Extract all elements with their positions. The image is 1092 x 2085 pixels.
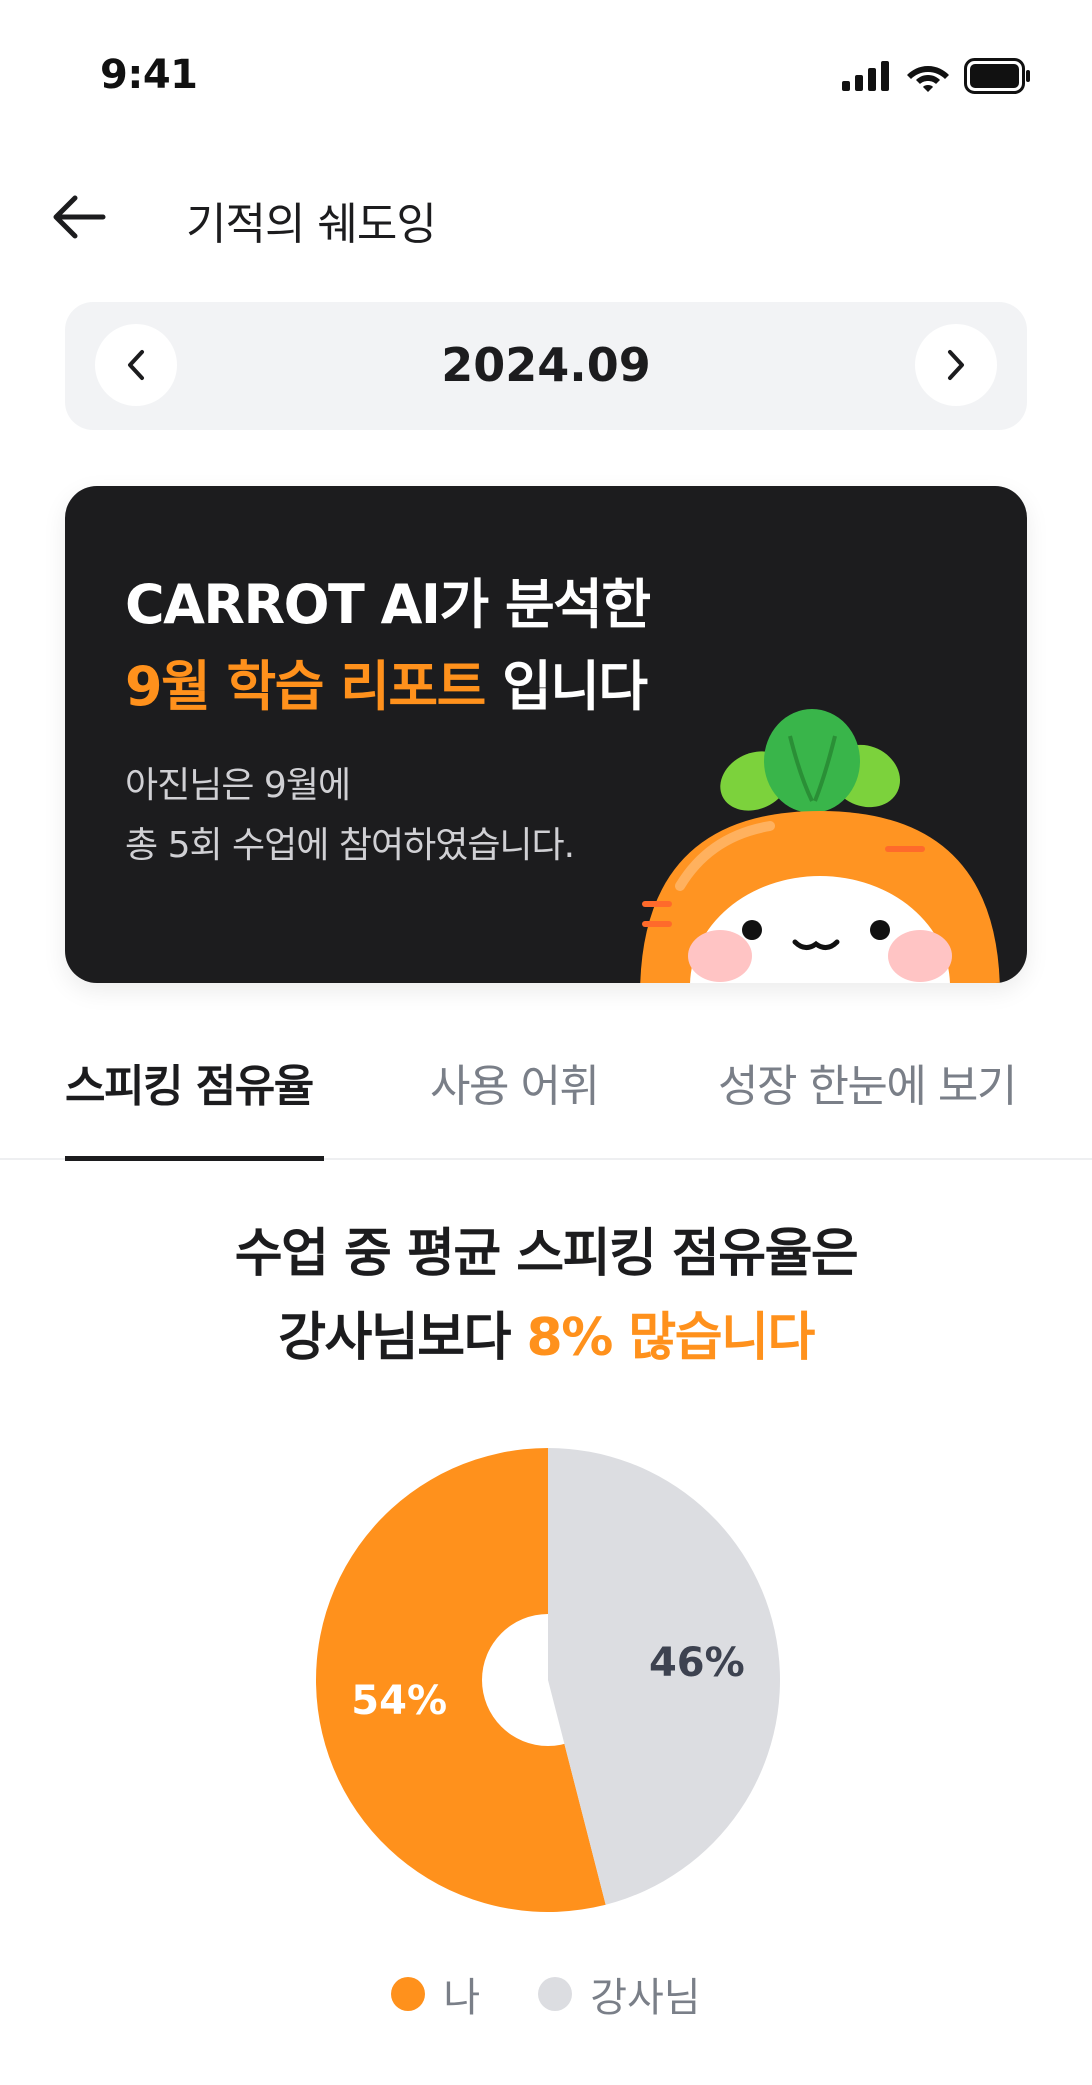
tab-growth-overview[interactable]: 성장 한눈에 보기 xyxy=(718,1050,1017,1114)
report-tabs: 스피킹 점유율 사용 어휘 성장 한눈에 보기 xyxy=(0,1020,1092,1161)
arrow-left-icon xyxy=(53,195,106,239)
legend-label: 강사님 xyxy=(590,1975,701,2021)
legend-label: 나 xyxy=(443,1975,481,2021)
legend-item-1: 나 xyxy=(391,1965,480,2023)
summary-line2: 강사님보다 8% 많습니다 xyxy=(0,1296,1092,1380)
summary-highlight: 8% 많습니다 xyxy=(526,1308,816,1368)
status-icons xyxy=(842,56,1032,96)
pie-value-label-2: 46% xyxy=(649,1640,745,1686)
legend-swatch xyxy=(538,1977,573,2011)
back-button[interactable] xyxy=(46,184,112,250)
report-title-suffix: 입니다 xyxy=(484,655,648,718)
tab-speaking-share[interactable]: 스피킹 점유율 xyxy=(65,1050,314,1114)
status-time: 9:41 xyxy=(100,52,198,98)
report-subtitle-line2: 총 5회 수업에 참여하였습니다. xyxy=(125,825,575,866)
legend-item-2: 강사님 xyxy=(538,1965,701,2023)
tab-vocabulary[interactable]: 사용 어휘 xyxy=(430,1050,600,1114)
wifi-icon xyxy=(907,66,949,92)
next-month-button[interactable] xyxy=(915,324,997,406)
month-label: 2024.09 xyxy=(441,338,651,392)
carrot-mascot-illustration xyxy=(640,709,1000,983)
report-title-line2: 9월 학습 리포트 입니다 xyxy=(125,642,648,721)
pie-value-label-1: 54% xyxy=(351,1678,447,1724)
active-tab-indicator xyxy=(65,1156,324,1161)
battery-icon xyxy=(964,58,1030,94)
summary-line1: 수업 중 평균 스피킹 점유율은 xyxy=(234,1224,859,1284)
summary-prefix: 강사님보다 xyxy=(278,1308,527,1368)
header: 기적의 쉐도잉 xyxy=(0,170,1092,260)
page-title: 기적의 쉐도잉 xyxy=(186,199,437,250)
report-subtitle-line1: 아진님은 9월에 xyxy=(125,765,351,806)
speaking-share-donut-chart: 54% 46% xyxy=(316,1448,780,1912)
report-title-accent: 9월 학습 리포트 xyxy=(125,655,486,718)
chart-legend: 나 강사님 xyxy=(0,1965,1092,2023)
speaking-summary: 수업 중 평균 스피킹 점유율은 강사님보다 8% 많습니다 xyxy=(0,1212,1092,1380)
report-title-line1: CARROT AI가 분석한 xyxy=(125,573,651,636)
report-card: CARROT AI가 분석한 9월 학습 리포트 입니다 아진님은 9월에 총 … xyxy=(65,486,1027,983)
chevron-right-icon xyxy=(948,350,964,380)
legend-swatch xyxy=(391,1977,426,2011)
status-bar: 9:41 xyxy=(0,0,1092,150)
cellular-signal-icon xyxy=(842,61,889,91)
month-selector: 2024.09 xyxy=(65,302,1027,430)
